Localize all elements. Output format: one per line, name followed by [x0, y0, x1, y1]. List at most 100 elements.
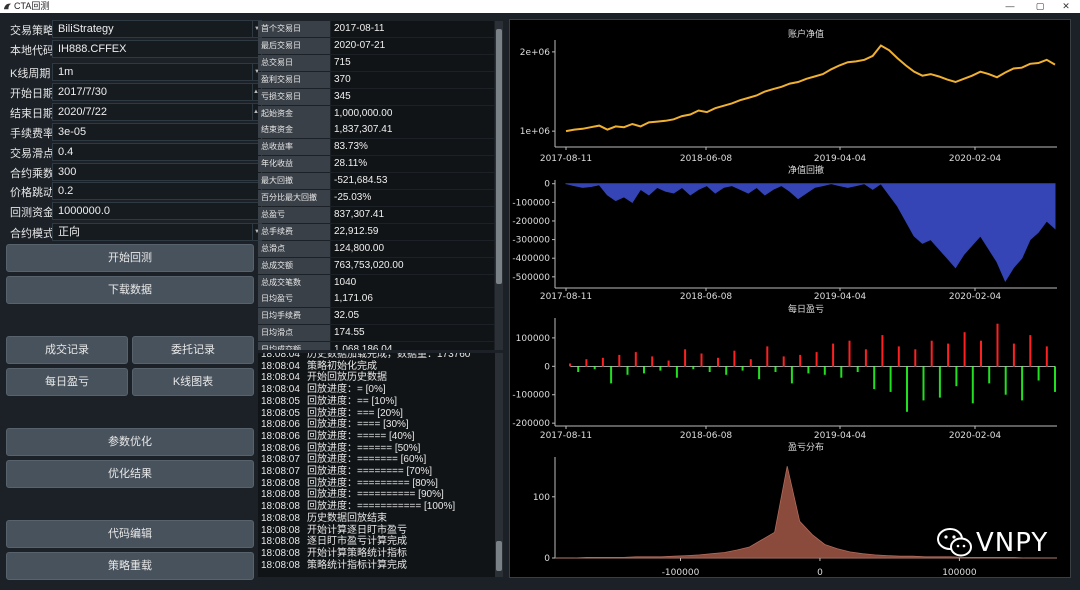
slippage-row: 交易滑点 0.4	[8, 143, 262, 161]
stat-value: 1,000,000.00	[331, 105, 494, 122]
log-line: 18:08:04 回放进度：= [0%]	[261, 384, 386, 396]
statistics-table: 首个交易日 2017-08-11 最后交易日 2020-07-21 总交易日 715 盈利交…	[258, 21, 494, 350]
stat-row: 盈利交易日 370	[258, 71, 494, 88]
kline-chart-button[interactable]: K线图表	[132, 368, 254, 396]
mode-select[interactable]: 正向 ▼	[52, 223, 262, 241]
log-message: 回放进度：== [10%]	[307, 395, 398, 407]
log-line: 18:08:08 开始计算逐日盯市盈亏	[261, 525, 407, 537]
slippage-input[interactable]: 0.4	[52, 143, 262, 161]
stat-row: 总交易日 715	[258, 54, 494, 71]
balance-y-tick-label: 1e+06	[520, 127, 551, 137]
log-message: 回放进度：========== [90%]	[307, 489, 444, 501]
size-input[interactable]: 300	[52, 163, 262, 181]
stat-value: 345	[331, 88, 494, 105]
start-date-edit[interactable]: 2017/7/30 ▲▼	[52, 83, 265, 101]
log-time: 18:08:06	[261, 419, 300, 431]
log-message: 回放进度：======= [60%]	[307, 454, 427, 466]
start-date-row: 开始日期 2017/7/30 ▲▼	[8, 83, 265, 101]
slippage-value: 0.4	[58, 146, 74, 158]
log-message: 开始计算逐日盯市盈亏	[307, 524, 407, 536]
rate-input[interactable]: 3e-05	[52, 123, 262, 141]
size-row: 合约乘数 300	[8, 163, 262, 181]
stat-value: 837,307.41	[331, 206, 494, 223]
mode-row: 合约模式 正向 ▼	[8, 223, 262, 241]
pricetick-input[interactable]: 0.2	[52, 182, 262, 200]
daily-pnl-chart-title: 每日盈亏	[788, 303, 824, 315]
log-scrollbar[interactable]	[495, 353, 503, 577]
stat-key: 总成交额	[258, 257, 330, 274]
mode-label: 合约模式	[10, 228, 54, 240]
stat-row: 起始资金 1,000,000.00	[258, 105, 494, 122]
log-time: 18:08:08	[261, 501, 300, 513]
strategy-select[interactable]: BiliStrategy ▼	[52, 20, 262, 38]
drawdown-x-tick-label: 2020-02-04	[949, 292, 1002, 302]
statistics-scrollbar[interactable]	[495, 21, 503, 350]
balance-x-tick-label: 2018-06-08	[680, 154, 733, 164]
strategy-row: 交易策略 BiliStrategy ▼	[8, 20, 262, 38]
drawdown-y-tick-label: -300000	[512, 236, 550, 246]
log-line: 18:08:07 回放进度：======= [60%]	[261, 454, 426, 466]
stat-key: 总手续费	[258, 223, 330, 240]
log-message: 回放进度：======== [70%]	[307, 466, 433, 477]
log-message: 回放进度：= [0%]	[307, 384, 386, 396]
interval-row: K线周期 1m ▼	[8, 63, 262, 81]
log-message: 策略初始化完成	[307, 360, 377, 372]
start-date-value: 2017/7/30	[58, 86, 107, 98]
symbol-row: 本地代码 IH888.CFFEX	[8, 40, 262, 58]
balance-x-tick-label: 2020-02-04	[949, 154, 1002, 164]
log-time: 18:08:08	[261, 512, 300, 524]
start-backtest-button[interactable]: 开始回测	[6, 244, 254, 272]
end-date-edit[interactable]: 2020/7/22 ▲▼	[52, 103, 265, 121]
scroll-thumb[interactable]	[496, 29, 502, 284]
log-line: 18:08:05 回放进度：== [10%]	[261, 396, 397, 408]
scroll-thumb[interactable]	[496, 541, 502, 571]
download-data-button[interactable]: 下载数据	[6, 276, 254, 304]
log-message: 回放进度：===== [40%]	[307, 430, 415, 442]
mode-value: 正向	[58, 226, 80, 238]
log-line: 18:08:04 开始回放历史数据	[261, 372, 387, 384]
order-records-button[interactable]: 委托记录	[132, 336, 254, 364]
optimize-button[interactable]: 参数优化	[6, 428, 254, 456]
app-logo-icon	[3, 3, 12, 10]
log-time: 18:08:08	[261, 536, 300, 548]
symbol-input[interactable]: IH888.CFFEX	[52, 40, 262, 58]
optimize-result-button[interactable]: 优化结果	[6, 460, 254, 488]
stat-key: 亏损交易日	[258, 88, 330, 105]
stat-row: 日均盈亏 1,171.06	[258, 291, 494, 308]
log-line: 18:08:06 回放进度：====== [50%]	[261, 443, 420, 455]
symbol-label: 本地代码	[10, 45, 54, 57]
log-time: 18:08:07	[261, 454, 300, 466]
log-message: 历史数据回放结束	[307, 512, 387, 524]
stat-value: 370	[331, 71, 494, 88]
distribution-x-tick-label: -100000	[662, 568, 700, 577]
drawdown-y-tick-label: -400000	[512, 254, 550, 264]
stat-key: 总成交笔数	[258, 274, 330, 291]
daily-pnl-button[interactable]: 每日盈亏	[6, 368, 128, 396]
close-icon[interactable]: ✕	[1052, 0, 1080, 13]
drawdown-chart-title: 净值回撤	[788, 164, 824, 176]
capital-input[interactable]: 1000000.0	[52, 202, 262, 220]
distribution-x-tick-label: 100000	[942, 568, 977, 577]
symbol-value: IH888.CFFEX	[58, 43, 127, 55]
stat-row: 总滑点 124,800.00	[258, 240, 494, 257]
stat-row: 总成交笔数 1040	[258, 274, 494, 291]
daily-pnl-y-tick-label: 100000	[516, 334, 551, 344]
stat-value: 2017-08-11	[331, 21, 494, 37]
code-edit-button[interactable]: 代码编辑	[6, 520, 254, 548]
interval-select[interactable]: 1m ▼	[52, 63, 262, 81]
stat-value: 1,837,307.41	[331, 122, 494, 139]
trade-records-button[interactable]: 成交记录	[6, 336, 128, 364]
stat-value: 763,753,020.00	[331, 257, 494, 274]
stat-key: 总滑点	[258, 240, 330, 257]
minimize-icon[interactable]: —	[996, 0, 1024, 13]
strategy-reload-button[interactable]: 策略重载	[6, 552, 254, 580]
stat-value: 715	[331, 54, 494, 71]
stat-row: 最后交易日 2020-07-21	[258, 37, 494, 54]
log-time: 18:08:05	[261, 407, 300, 419]
stat-key: 最大回撤	[258, 173, 330, 190]
log-line: 18:08:08 回放进度：=========== [100%]	[261, 501, 455, 513]
log-time: 18:08:08	[261, 477, 300, 489]
log-message: 开始回放历史数据	[307, 372, 387, 384]
drawdown-area	[565, 183, 1056, 282]
maximize-icon[interactable]: ▢	[1026, 0, 1054, 13]
